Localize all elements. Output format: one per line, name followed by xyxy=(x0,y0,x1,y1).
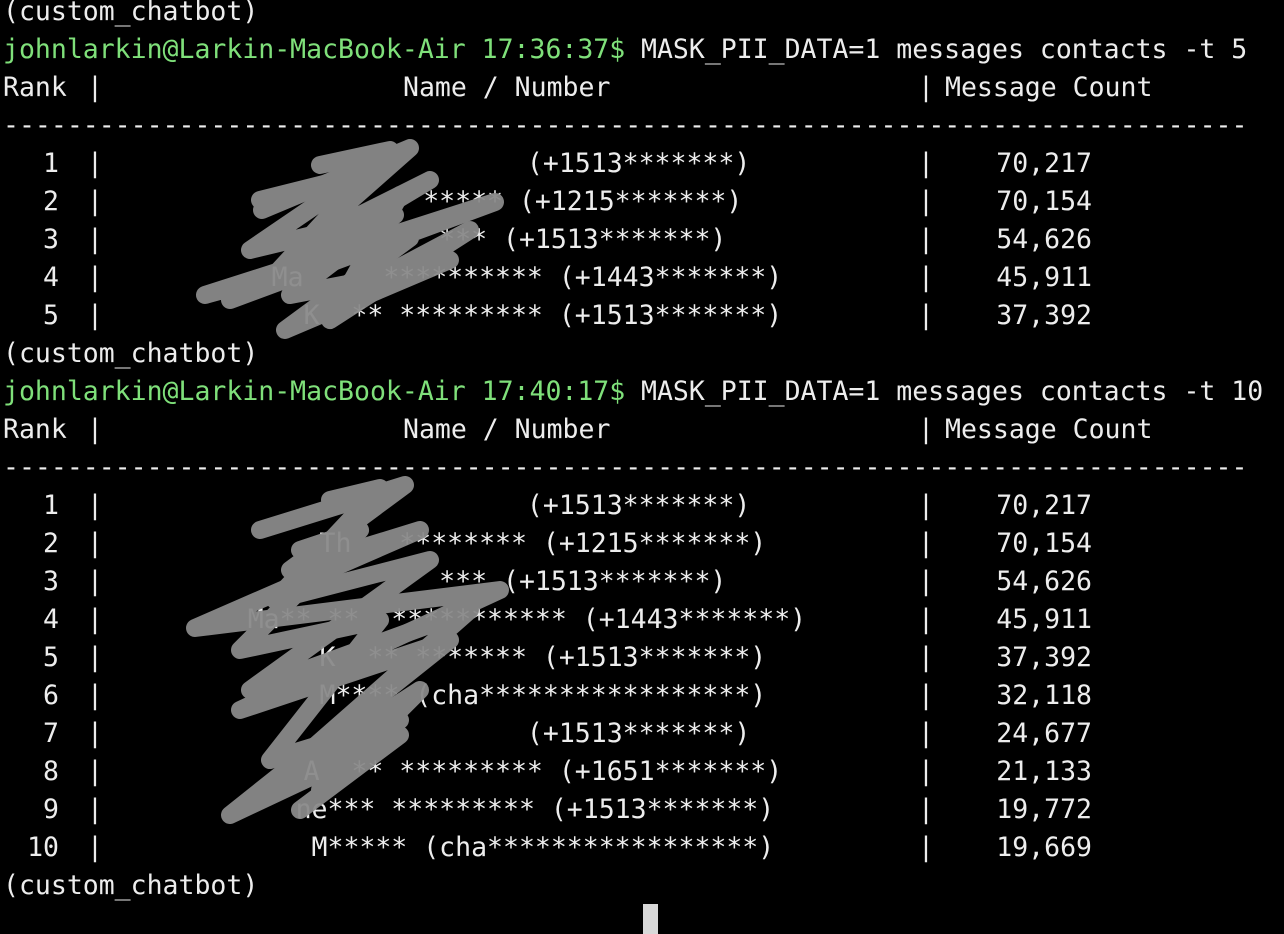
row-separator: | xyxy=(918,794,934,825)
row-name-number: *** (+1513*******) xyxy=(279,566,727,597)
row-separator: | xyxy=(87,566,103,597)
row-separator: | xyxy=(87,832,103,863)
row-rank: 2 xyxy=(43,528,59,559)
prompt-host: johnlarkin@Larkin-MacBook-Air 17:36:37$ xyxy=(3,34,626,65)
prompt-host: johnlarkin@Larkin-MacBook-Air 17:40:17$ xyxy=(3,376,626,407)
row-separator: | xyxy=(918,604,934,635)
row-separator: | xyxy=(87,300,103,331)
row-rank: 1 xyxy=(43,148,59,179)
row-name-number: ne*** ********* (+1513*******) xyxy=(231,794,775,825)
row-name-number: K ** ******* (+1513*******) xyxy=(239,642,767,673)
row-message-count: 19,772 xyxy=(996,794,1092,825)
table-divider: ----------------------------------------… xyxy=(3,110,1248,141)
row-name-number: *** (+1513*******) xyxy=(279,224,727,255)
row-name-number: Ma** ** *********** (+1443*******) xyxy=(199,604,807,635)
row-name-number: M**** (cha*****************) xyxy=(239,680,767,711)
header-name-number: Name / Number xyxy=(403,72,611,103)
row-message-count: 54,626 xyxy=(996,566,1092,597)
row-separator: | xyxy=(87,794,103,825)
header-message-count: Message Count xyxy=(945,414,1153,445)
row-name-number: (+1513*******) xyxy=(255,148,751,179)
terminal-cursor xyxy=(643,904,658,934)
row-separator: | xyxy=(918,224,934,255)
row-separator: | xyxy=(87,718,103,749)
env-name: (custom_chatbot) xyxy=(3,870,259,901)
row-separator: | xyxy=(87,186,103,217)
row-message-count: 21,133 xyxy=(996,756,1092,787)
row-rank: 3 xyxy=(43,566,59,597)
row-rank: 7 xyxy=(43,718,59,749)
row-rank: 8 xyxy=(43,756,59,787)
row-separator: | xyxy=(918,756,934,787)
row-message-count: 37,392 xyxy=(996,642,1092,673)
row-separator: | xyxy=(918,186,934,217)
row-rank: 6 xyxy=(43,680,59,711)
row-separator: | xyxy=(918,718,934,749)
terminal-window[interactable]: (custom_chatbot) johnlarkin@Larkin-MacBoo… xyxy=(0,0,1284,910)
row-rank: 4 xyxy=(43,604,59,635)
header-separator: | xyxy=(87,72,103,103)
row-separator: | xyxy=(918,566,934,597)
row-message-count: 54,626 xyxy=(996,224,1092,255)
env-name: (custom_chatbot) xyxy=(3,338,259,369)
header-rank: Rank xyxy=(3,414,67,445)
row-message-count: 45,911 xyxy=(996,262,1092,293)
header-separator: | xyxy=(87,414,103,445)
row-separator: | xyxy=(87,604,103,635)
header-separator: | xyxy=(918,414,934,445)
row-message-count: 19,669 xyxy=(996,832,1092,863)
row-separator: | xyxy=(918,642,934,673)
row-message-count: 70,217 xyxy=(996,490,1092,521)
row-name-number: A ** ********* (+1651*******) xyxy=(223,756,783,787)
command-text: MASK_PII_DATA=1 messages contacts -t 10 xyxy=(641,376,1264,407)
row-message-count: 32,118 xyxy=(996,680,1092,711)
row-message-count: 70,154 xyxy=(996,186,1092,217)
header-separator: | xyxy=(918,72,934,103)
row-rank: 3 xyxy=(43,224,59,255)
row-message-count: 70,217 xyxy=(996,148,1092,179)
row-separator: | xyxy=(918,680,934,711)
row-rank: 9 xyxy=(43,794,59,825)
row-message-count: 37,392 xyxy=(996,300,1092,331)
row-message-count: 70,154 xyxy=(996,528,1092,559)
row-message-count: 24,677 xyxy=(996,718,1092,749)
env-name: (custom_chatbot) xyxy=(3,0,259,27)
row-name-number: Th ******** (+1215*******) xyxy=(239,528,767,559)
header-message-count: Message Count xyxy=(945,72,1153,103)
row-name-number: (+1513*******) xyxy=(255,718,751,749)
row-separator: | xyxy=(87,148,103,179)
command-text: MASK_PII_DATA=1 messages contacts -t 5 xyxy=(641,34,1248,65)
row-rank: 5 xyxy=(43,642,59,673)
row-rank: 2 xyxy=(43,186,59,217)
header-rank: Rank xyxy=(3,72,67,103)
row-name-number: K ** ********* (+1513*******) xyxy=(223,300,783,331)
row-separator: | xyxy=(918,490,934,521)
row-separator: | xyxy=(87,224,103,255)
row-rank: 4 xyxy=(43,262,59,293)
row-separator: | xyxy=(918,148,934,179)
row-separator: | xyxy=(87,490,103,521)
row-name-number: M***** (cha*****************) xyxy=(231,832,775,863)
row-rank: 1 xyxy=(43,490,59,521)
row-separator: | xyxy=(918,528,934,559)
table-divider: ----------------------------------------… xyxy=(3,452,1248,483)
row-rank: 5 xyxy=(43,300,59,331)
row-message-count: 45,911 xyxy=(996,604,1092,635)
row-separator: | xyxy=(87,642,103,673)
row-separator: | xyxy=(918,832,934,863)
row-separator: | xyxy=(87,680,103,711)
row-separator: | xyxy=(87,528,103,559)
row-separator: | xyxy=(918,300,934,331)
row-name-number: ***** (+1215*******) xyxy=(263,186,743,217)
row-separator: | xyxy=(87,756,103,787)
header-name-number: Name / Number xyxy=(403,414,611,445)
row-separator: | xyxy=(87,262,103,293)
row-name-number: Ma ********** (+1443*******) xyxy=(223,262,783,293)
row-name-number: (+1513*******) xyxy=(255,490,751,521)
row-separator: | xyxy=(918,262,934,293)
row-rank: 10 xyxy=(27,832,59,863)
